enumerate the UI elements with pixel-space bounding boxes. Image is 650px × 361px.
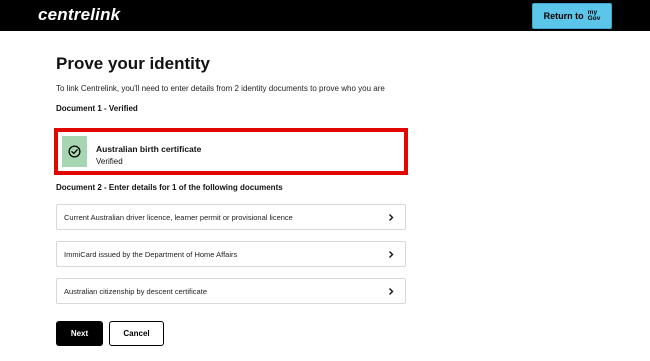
chevron-right-icon [389, 214, 394, 221]
option-driver-licence[interactable]: Current Australian driver licence, learn… [56, 204, 406, 230]
mygov-logo-line2: Gov [587, 15, 601, 22]
verified-document-card: Australian birth certificate Verified [54, 128, 408, 175]
return-button-label: Return to [543, 11, 584, 21]
option-label: Current Australian driver licence, learn… [64, 212, 293, 222]
check-circle-icon [68, 145, 81, 158]
document-2-heading: Document 2 - Enter details for 1 of the … [56, 183, 283, 192]
return-to-mygov-button[interactable]: Return to my Gov [532, 3, 612, 29]
chevron-right-icon [389, 251, 394, 258]
option-immicard[interactable]: ImmiCard issued by the Department of Hom… [56, 241, 406, 267]
verified-document-name: Australian birth certificate [96, 144, 202, 154]
verified-status-strip [62, 136, 87, 167]
intro-text: To link Centrelink, you'll need to enter… [56, 84, 385, 93]
option-label: ImmiCard issued by the Department of Hom… [64, 249, 238, 259]
centrelink-logo[interactable]: centrelink [38, 5, 120, 25]
page-title: Prove your identity [56, 54, 210, 73]
cancel-button[interactable]: Cancel [109, 321, 164, 346]
chevron-right-icon [389, 288, 394, 295]
verified-document-status: Verified [96, 157, 123, 166]
top-bar: centrelink Return to my Gov [0, 0, 650, 31]
option-citizenship-by-descent[interactable]: Australian citizenship by descent certif… [56, 278, 406, 304]
mygov-logo: my Gov [587, 9, 601, 22]
document-1-heading: Document 1 - Verified [56, 104, 138, 113]
option-label: Australian citizenship by descent certif… [64, 286, 207, 296]
next-button[interactable]: Next [56, 321, 103, 346]
